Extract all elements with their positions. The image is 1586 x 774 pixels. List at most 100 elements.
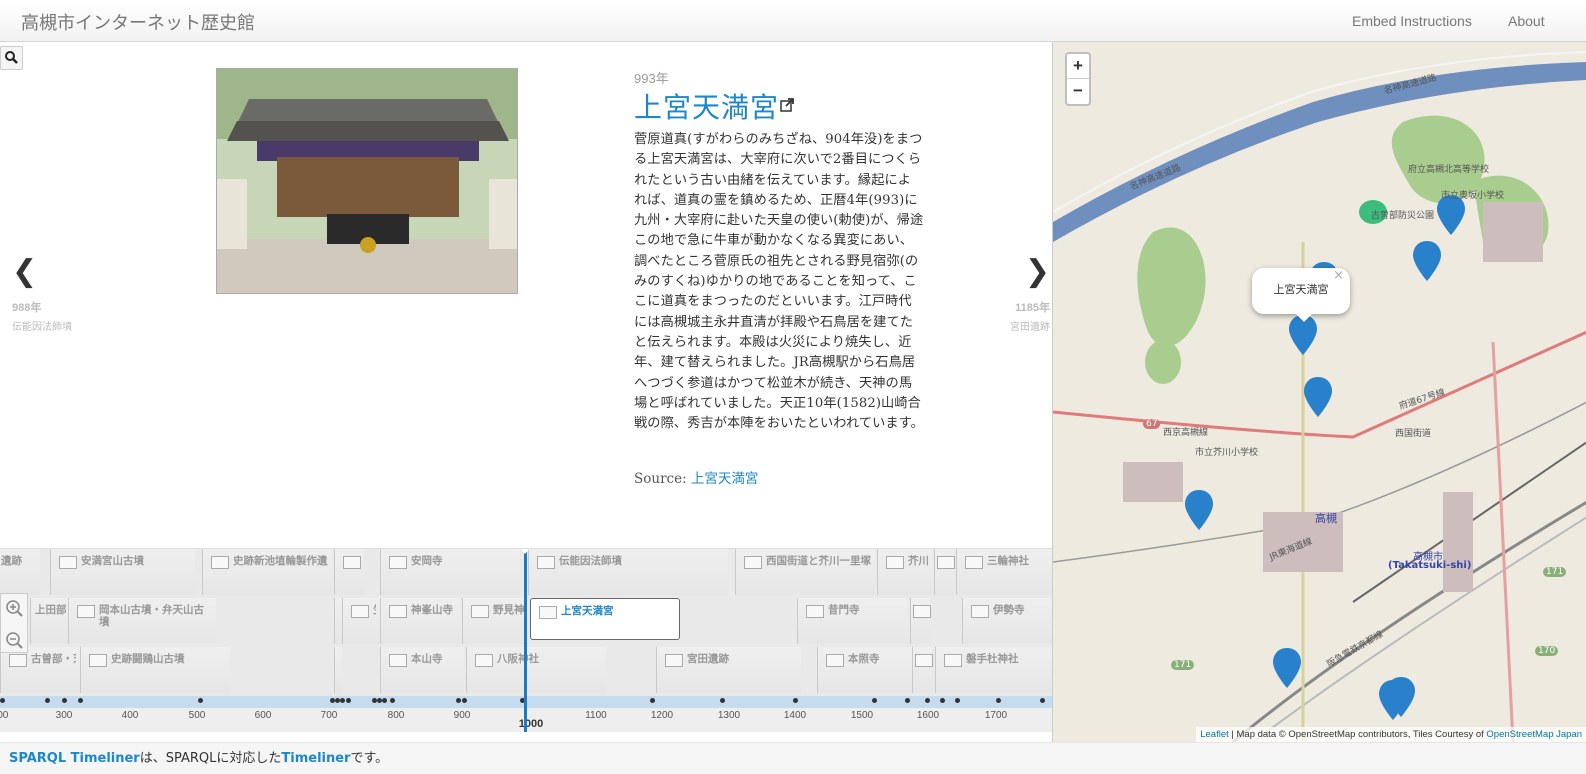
map-panel[interactable]: + − 名神高速道路 名神高速道路 府立高槻北高等学校 市立奥坂小学校 古曽部防… [1052,42,1586,742]
timeline-event-dot[interactable] [996,698,1001,703]
timeline-event-dot[interactable] [0,698,5,703]
image-icon [886,556,904,569]
image-icon [971,605,989,618]
attribution-text: | Map data © OpenStreetMap contributors,… [1228,729,1487,740]
timeliner-link[interactable]: Timeliner [281,751,350,766]
timeline-event-dot[interactable] [346,698,351,703]
timeline-card[interactable]: 岡本山古墳・弁天山古墳 [68,598,216,644]
timeline-card[interactable] [910,598,931,644]
timeline-navigator[interactable]: 遺跡 安満宮山古墳 史跡新池埴輪製作遺 安岡寺 伝能因法師墳 西国街道と芥川一里… [0,548,1052,732]
timeline-card[interactable]: 安岡寺 [380,549,520,595]
timeline-event-dot[interactable] [78,698,83,703]
leaflet-link[interactable]: Leaflet [1200,729,1229,740]
image-icon [826,654,844,667]
timeline-event-dot[interactable] [940,698,945,703]
timeline-card[interactable]: 本照寺 [817,647,912,693]
image-icon [389,654,407,667]
timeline-event-dot[interactable] [872,698,877,703]
map-zoom-in-button[interactable]: + [1067,54,1089,79]
timeline-card[interactable]: 西国街道と芥川一里塚 [735,549,875,595]
timeline-card[interactable]: 三輪神社 [956,549,1052,595]
map-zoom-controls: + − [1065,52,1091,106]
slide-title[interactable]: 上宮天満宮 [634,86,779,126]
timeline-card[interactable]: 八阪神社 [466,647,606,693]
next-name: 宮田遺跡 [1010,322,1050,333]
timeline-event-dot[interactable] [1040,698,1045,703]
timeline-card[interactable] [934,549,955,595]
timeline-zoom-controls [0,593,28,653]
prev-year: 988年 [12,302,42,314]
search-button[interactable] [0,46,23,70]
timeline-card[interactable]: 宮田遺跡 [656,647,801,693]
prev-slide-button[interactable]: ❮ 988年 伝能因法師墳 [12,257,92,334]
zoom-out-icon[interactable] [1,626,27,654]
map-label: 高槻 [1315,512,1337,525]
nav-embed-instructions[interactable]: Embed Instructions [1352,13,1472,29]
tick-label: 900 [453,710,471,721]
slide-image [216,68,518,294]
timeline-marker-tip [519,549,531,554]
footer-end: です。 [350,751,389,766]
next-slide-button[interactable]: ❯ 1185年 宮田遺跡 [990,254,1050,334]
map-zoom-out-button[interactable]: − [1067,79,1089,104]
image-icon [471,605,489,618]
image-icon [343,556,361,569]
timeline-event-dot[interactable] [340,698,345,703]
timeline-event-dot[interactable] [462,698,467,703]
timeline-card[interactable]: 本山寺 [380,647,464,693]
zoom-in-icon[interactable] [1,594,27,622]
map-tiles [1053,42,1586,742]
timeline-event-dot[interactable] [793,698,798,703]
timeline-event-dot[interactable] [925,698,930,703]
timeline-card[interactable] [334,549,364,595]
tick-label: 1200 [650,710,674,721]
timeline-card[interactable]: 伝能因法師墳 [528,549,728,595]
tick-label: 1300 [717,710,741,721]
brand-title[interactable]: 高槻市インターネット歴史館 [21,9,255,35]
tick-label: 700 [320,710,338,721]
timeline-card[interactable]: 史跡新池埴輪製作遺 [202,549,332,595]
image-icon [537,556,555,569]
timeline-card[interactable]: 遺跡 [0,549,40,595]
image-icon [351,605,369,618]
timeline-event-dot[interactable] [720,698,725,703]
timeline-event-dot[interactable] [905,698,910,703]
timeline-event-dot[interactable] [650,698,655,703]
timeline-card[interactable]: 伊勢寺 [962,598,1052,644]
timeline-card[interactable]: 生 [342,598,380,644]
timeline-card[interactable]: 神峯山寺 [380,598,460,644]
map-label: 府立高槻北高等学校 [1408,165,1490,175]
chevron-right-icon: ❯ [1024,254,1050,289]
timeline-card[interactable] [334,598,342,644]
timeline-card[interactable]: 磐手杜神社 [935,647,1052,693]
map-label: 西京高槻線 [1163,428,1209,438]
image-icon [665,654,683,667]
timeline-card-active[interactable]: 上宮天満宮 [530,598,680,640]
timeline-card[interactable]: 史跡闘鶏山古墳 [80,647,230,693]
close-icon[interactable]: × [1333,254,1344,298]
map-label: 171 [1543,567,1567,577]
image-icon [211,556,229,569]
timeline-event-dot[interactable] [390,698,395,703]
source-link[interactable]: 上宮天満宮 [691,471,759,487]
timeline-event-dot[interactable] [955,698,960,703]
timeline-card[interactable]: 上田部 [30,598,70,644]
timeline-card[interactable]: 安満宮山古墳 [50,549,195,595]
osm-japan-link[interactable]: OpenStreetMap Japan [1486,729,1582,740]
image-icon [539,606,557,619]
timeline-event-dot[interactable] [62,698,67,703]
map-label: 170 [1535,646,1559,656]
timeline-event-dot[interactable] [456,698,461,703]
timeline-card[interactable]: 芥川 [877,549,932,595]
timeline-event-dot[interactable] [45,698,50,703]
sparql-timeliner-link[interactable]: SPARQL Timeliner [9,751,140,766]
timeline-card[interactable] [334,647,342,693]
tick-label: 800 [387,710,405,721]
timeline-card[interactable]: 野見神 [462,598,528,644]
timeline-event-dot[interactable] [382,698,387,703]
timeline-event-dot[interactable] [198,698,203,703]
nav-about[interactable]: About [1508,13,1545,29]
timeline-card[interactable]: 昔門寺 [797,598,907,644]
timeline-card[interactable] [912,647,933,693]
external-link-icon[interactable] [780,98,794,112]
